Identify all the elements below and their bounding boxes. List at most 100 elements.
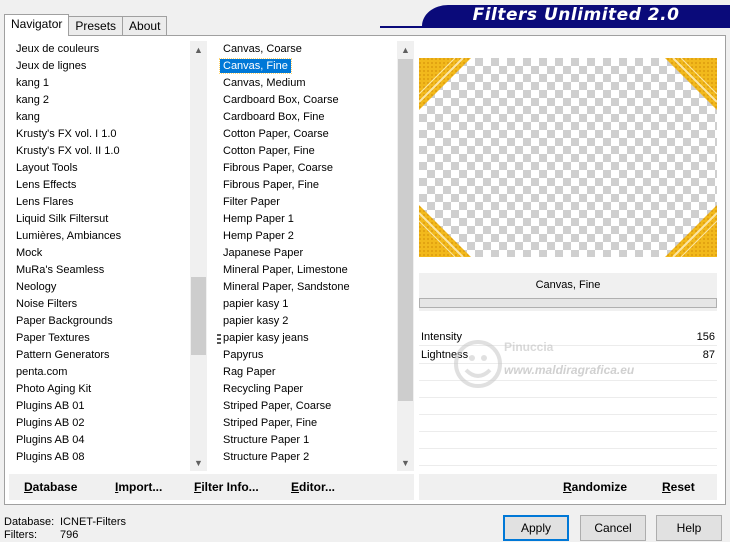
- filter-item-label: Papyrus: [223, 349, 264, 361]
- filter-item[interactable]: papier kasy jeans: [217, 330, 397, 347]
- category-item-label: Plugins AB 08: [16, 451, 85, 463]
- filter-item[interactable]: Papyrus: [217, 347, 397, 364]
- category-item[interactable]: Plugins AB 08: [10, 449, 190, 466]
- editor-button[interactable]: Editor...: [291, 474, 335, 500]
- filter-item[interactable]: Filter Paper: [217, 194, 397, 211]
- filter-name: Canvas, Fine: [535, 279, 601, 291]
- category-list[interactable]: Jeux de couleurs Jeux de lignes kang 1 kang…: [10, 41, 190, 471]
- filter-scroll-thumb[interactable]: [398, 59, 413, 401]
- filter-item[interactable]: Cardboard Box, Fine: [217, 109, 397, 126]
- param-row-intensity[interactable]: Intensity 156: [419, 328, 717, 346]
- filter-item[interactable]: Japanese Paper: [217, 245, 397, 262]
- filter-item[interactable]: Mineral Paper, Sandstone: [217, 279, 397, 296]
- category-item[interactable]: Krusty's FX vol. II 1.0: [10, 143, 190, 160]
- category-item[interactable]: penta.com: [10, 364, 190, 381]
- category-item-label: Plugins AB 04: [16, 434, 85, 446]
- category-item-label: Krusty's FX vol. II 1.0: [16, 145, 120, 157]
- category-item[interactable]: Plugins AB 04: [10, 432, 190, 449]
- filter-item-label: Canvas, Fine: [219, 58, 292, 74]
- category-scroll-thumb[interactable]: [191, 277, 206, 355]
- category-item[interactable]: Lumières, Ambiances: [10, 228, 190, 245]
- filter-item[interactable]: Canvas, Fine: [217, 58, 397, 75]
- category-item-label: kang 2: [16, 94, 50, 106]
- cancel-button[interactable]: Cancel: [580, 515, 646, 541]
- database-button[interactable]: Database: [24, 474, 77, 500]
- scroll-up-icon[interactable]: ▲: [397, 41, 414, 58]
- filter-item-label: papier kasy 2: [223, 315, 289, 327]
- apply-button[interactable]: Apply: [503, 515, 569, 541]
- filter-item[interactable]: papier kasy 1: [217, 296, 397, 313]
- filter-item-label: Hemp Paper 1: [223, 213, 294, 225]
- category-item[interactable]: Pattern Generators: [10, 347, 190, 364]
- filter-item-label: Striped Paper, Coarse: [223, 400, 332, 412]
- category-item[interactable]: Photo Aging Kit: [10, 381, 190, 398]
- category-item-label: Layout Tools: [16, 162, 78, 174]
- filter-item[interactable]: Cotton Paper, Fine: [217, 143, 397, 160]
- category-item[interactable]: Noise Filters: [10, 296, 190, 313]
- filter-item[interactable]: papier kasy 2: [217, 313, 397, 330]
- category-item[interactable]: Krusty's FX vol. I 1.0: [10, 126, 190, 143]
- category-item[interactable]: kang 2: [10, 92, 190, 109]
- scroll-down-icon[interactable]: ▼: [397, 454, 414, 471]
- scroll-up-icon[interactable]: ▲: [190, 41, 207, 58]
- category-item[interactable]: Lens Effects: [10, 177, 190, 194]
- import-button[interactable]: Import...: [115, 474, 162, 500]
- category-item[interactable]: Jeux de lignes: [10, 58, 190, 75]
- category-item[interactable]: kang 1: [10, 75, 190, 92]
- active-marker-icon: [217, 342, 221, 344]
- tab-about[interactable]: About: [122, 16, 168, 36]
- category-item[interactable]: Lens Flares: [10, 194, 190, 211]
- filter-item[interactable]: Striped Paper, Fine: [217, 415, 397, 432]
- filter-item[interactable]: Cardboard Box, Coarse: [217, 92, 397, 109]
- filter-info-button[interactable]: Filter Info...: [194, 474, 259, 500]
- reset-button[interactable]: Reset: [662, 474, 695, 500]
- category-item-label: Liquid Silk Filtersut: [16, 213, 109, 225]
- filter-item[interactable]: Canvas, Coarse: [217, 41, 397, 58]
- category-item[interactable]: Paper Backgrounds: [10, 313, 190, 330]
- filter-item[interactable]: Hemp Paper 2: [217, 228, 397, 245]
- category-item[interactable]: Plugins AB 01: [10, 398, 190, 415]
- category-item[interactable]: Liquid Silk Filtersut: [10, 211, 190, 228]
- category-item[interactable]: kang: [10, 109, 190, 126]
- scroll-down-icon[interactable]: ▼: [190, 454, 207, 471]
- filter-item[interactable]: Fibrous Paper, Fine: [217, 177, 397, 194]
- category-item[interactable]: Mock: [10, 245, 190, 262]
- tab-presets[interactable]: Presets: [68, 16, 124, 36]
- filter-item[interactable]: Hemp Paper 1: [217, 211, 397, 228]
- banner-line: [380, 26, 730, 28]
- randomize-button[interactable]: Randomize: [563, 474, 627, 500]
- filter-list[interactable]: Canvas, Coarse Canvas, Fine Canvas, Medium…: [217, 41, 397, 471]
- filter-item[interactable]: Cotton Paper, Coarse: [217, 126, 397, 143]
- filter-item-label: Cardboard Box, Coarse: [223, 94, 339, 106]
- filter-item[interactable]: Mineral Paper, Limestone: [217, 262, 397, 279]
- category-item-label: Photo Aging Kit: [16, 383, 92, 395]
- filter-item[interactable]: Fibrous Paper, Coarse: [217, 160, 397, 177]
- filter-item[interactable]: Rag Paper: [217, 364, 397, 381]
- param-row-empty: [419, 449, 717, 466]
- category-item[interactable]: Paper Textures: [10, 330, 190, 347]
- category-item[interactable]: MuRa's Seamless: [10, 262, 190, 279]
- category-item[interactable]: Neology: [10, 279, 190, 296]
- database-value: ICNET-Filters: [60, 516, 126, 528]
- category-scrollbar[interactable]: ▲ ▼: [190, 41, 207, 471]
- filter-scrollbar[interactable]: ▲ ▼: [397, 41, 414, 471]
- tab-navigator[interactable]: Navigator: [4, 14, 70, 36]
- category-item-label: Lens Flares: [16, 196, 74, 208]
- category-item[interactable]: Plugins AB 02: [10, 415, 190, 432]
- filter-item[interactable]: Structure Paper 2: [217, 449, 397, 466]
- filter-item[interactable]: Striped Paper, Coarse: [217, 398, 397, 415]
- category-item-label: Plugins AB 02: [16, 417, 85, 429]
- category-item-label: Krusty's FX vol. I 1.0: [16, 128, 117, 140]
- category-item[interactable]: Layout Tools: [10, 160, 190, 177]
- param-row-lightness[interactable]: Lightness 87: [419, 346, 717, 364]
- progress-bar: [419, 298, 717, 308]
- category-item-label: MuRa's Seamless: [16, 264, 105, 276]
- filter-item[interactable]: Canvas, Medium: [217, 75, 397, 92]
- category-item-label: Plugins AB 01: [16, 400, 85, 412]
- filter-item[interactable]: Structure Paper 1: [217, 432, 397, 449]
- category-item[interactable]: Jeux de couleurs: [10, 41, 190, 58]
- category-item-label: Neology: [16, 281, 57, 293]
- preview-frame-image: [419, 58, 717, 257]
- filter-item[interactable]: Recycling Paper: [217, 381, 397, 398]
- help-button[interactable]: Help: [656, 515, 722, 541]
